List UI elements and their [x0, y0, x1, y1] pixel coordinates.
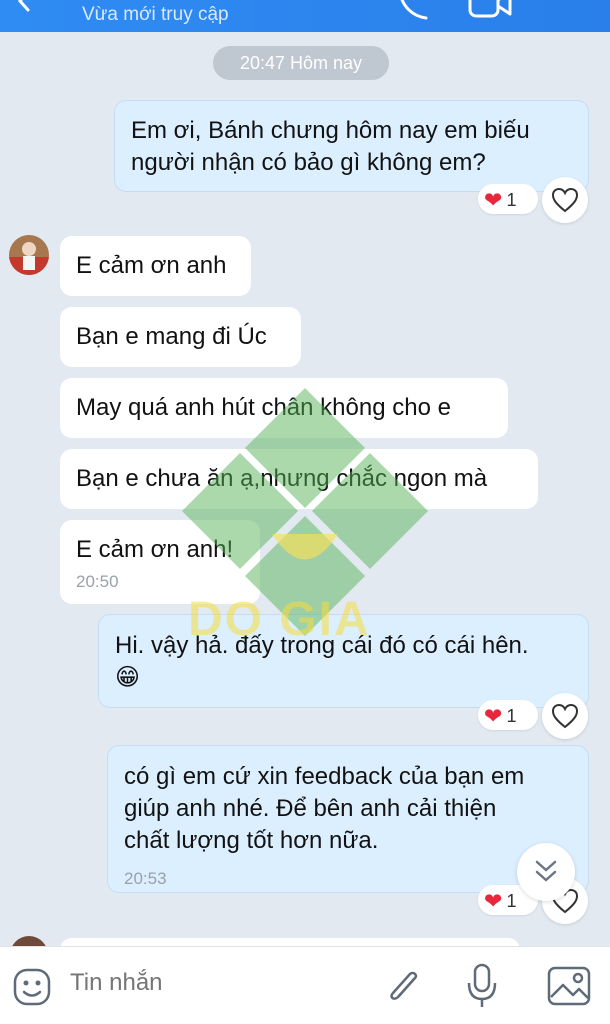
- paperclip-icon[interactable]: [384, 965, 424, 1009]
- emoji-icon[interactable]: [12, 967, 52, 1007]
- image-icon[interactable]: [546, 965, 592, 1007]
- message-input[interactable]: [70, 969, 370, 997]
- watermark-text: DO GIA: [188, 593, 371, 646]
- message-time: 20:50: [76, 572, 119, 591]
- like-button[interactable]: [542, 693, 588, 739]
- heart-outline-icon: [551, 187, 579, 213]
- like-button[interactable]: [542, 177, 588, 223]
- heart-outline-icon: [551, 703, 579, 729]
- reaction-badge[interactable]: ❤ 1: [478, 184, 538, 214]
- reaction-count: 1: [506, 891, 517, 912]
- time-separator: 20:47 Hôm nay: [213, 46, 389, 80]
- message-bubble-outgoing[interactable]: Em ơi, Bánh chưng hôm nay em biếu người …: [114, 100, 589, 192]
- message-bubble-incoming[interactable]: May quá anh hút chân không cho e: [60, 378, 508, 438]
- reaction-count: 1: [506, 190, 517, 211]
- message-text: Bạn e chưa ăn ạ,nhưng chắc ngon mà: [76, 465, 488, 492]
- message-text: Em ơi, Bánh chưng hôm nay em biếu người …: [131, 117, 530, 176]
- message-composer: [0, 946, 610, 1024]
- microphone-icon[interactable]: [466, 963, 498, 1009]
- chat-header: Vừa mới truy cập: [0, 0, 610, 32]
- scroll-to-bottom-button[interactable]: [517, 843, 575, 901]
- phone-icon[interactable]: [396, 0, 432, 22]
- message-text: E cảm ơn anh!: [76, 536, 234, 563]
- heart-icon: ❤: [484, 888, 503, 914]
- message-text: có gì em cứ xin feedback của bạn em giúp…: [124, 763, 525, 854]
- message-bubble-incoming[interactable]: Bạn e mang đi Úc: [60, 307, 301, 367]
- message-text: May quá anh hút chân không cho e: [76, 394, 451, 421]
- reaction-count: 1: [506, 706, 517, 727]
- message-bubble-incoming[interactable]: E cảm ơn anh: [60, 236, 251, 296]
- video-icon[interactable]: [468, 0, 512, 22]
- message-text: E cảm ơn anh: [76, 252, 227, 279]
- reaction-badge[interactable]: ❤ 1: [478, 700, 538, 730]
- heart-icon: ❤: [484, 187, 503, 213]
- message-text: Bạn e mang đi Úc: [76, 323, 267, 350]
- message-bubble-incoming[interactable]: Bạn e chưa ăn ạ,nhưng chắc ngon mà: [60, 449, 538, 509]
- contact-status: Vừa mới truy cập: [82, 4, 229, 25]
- chevron-left-icon[interactable]: [14, 0, 36, 12]
- heart-icon: ❤: [484, 703, 503, 729]
- avatar[interactable]: [9, 235, 49, 275]
- chevron-double-down-icon: [535, 860, 557, 882]
